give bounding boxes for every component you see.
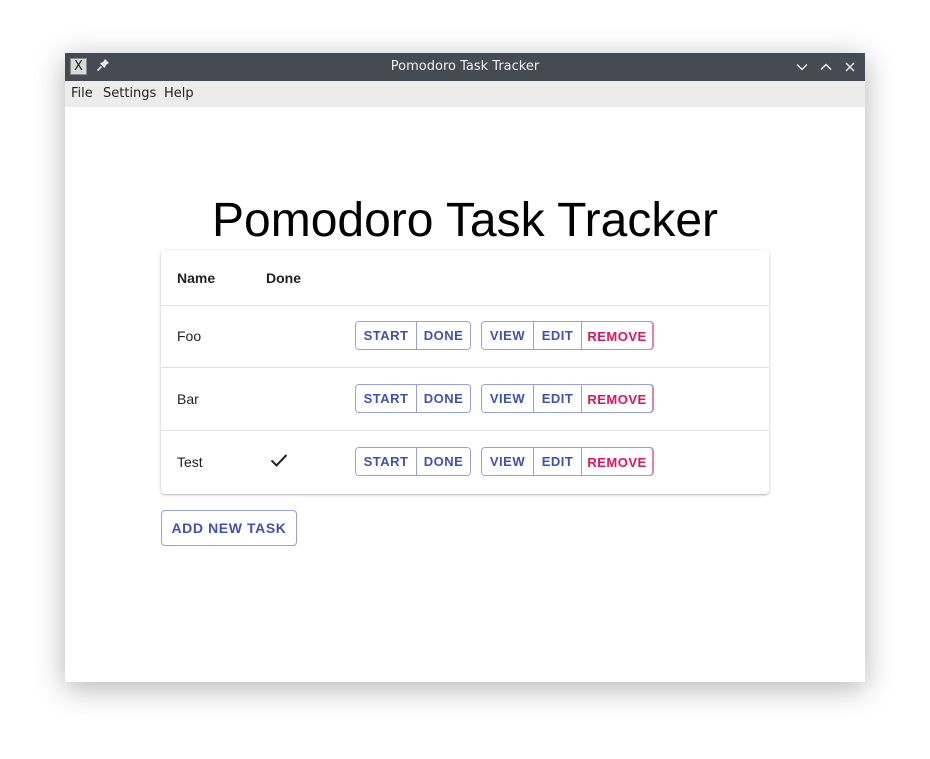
window-title: Pomodoro Task Tracker	[390, 59, 540, 74]
chevron-down-icon[interactable]	[794, 59, 810, 75]
main-content: Pomodoro Task Tracker Name Done Foo STAR…	[65, 107, 865, 682]
menu-help[interactable]: Help	[164, 81, 194, 107]
task-manage-group: VIEW EDIT REMOVE	[481, 384, 654, 413]
add-new-task-button[interactable]: ADD NEW TASK	[161, 510, 297, 546]
task-control-group: START DONE	[355, 321, 471, 350]
task-control-group: START DONE	[355, 384, 471, 413]
table-row: Foo START DONE VIEW EDIT REMOVE	[161, 305, 769, 368]
view-button[interactable]: VIEW	[482, 385, 533, 412]
edit-button[interactable]: EDIT	[533, 448, 581, 475]
table-header-row: Name Done	[161, 250, 769, 306]
app-window: X Pomodoro Task Tracker File Settings He…	[65, 53, 865, 682]
close-icon[interactable]	[842, 59, 858, 75]
page-title: Pomodoro Task Tracker	[212, 194, 718, 247]
table-row: Test START DONE VIEW EDIT REMOVE	[161, 431, 769, 493]
task-name: Foo	[177, 328, 202, 344]
menu-settings[interactable]: Settings	[103, 81, 156, 107]
task-manage-group: VIEW EDIT REMOVE	[481, 321, 654, 350]
task-name: Bar	[177, 391, 199, 407]
edit-button[interactable]: EDIT	[533, 322, 581, 349]
menu-bar: File Settings Help	[65, 81, 865, 107]
remove-button[interactable]: REMOVE	[581, 322, 653, 349]
column-header-done: Done	[266, 270, 301, 286]
task-manage-group: VIEW EDIT REMOVE	[481, 447, 654, 476]
remove-button[interactable]: REMOVE	[581, 448, 653, 475]
view-button[interactable]: VIEW	[482, 322, 533, 349]
table-row: Bar START DONE VIEW EDIT REMOVE	[161, 368, 769, 431]
remove-button[interactable]: REMOVE	[581, 385, 653, 412]
column-header-name: Name	[177, 270, 216, 286]
task-table: Name Done Foo START DONE VIEW EDIT REMOV…	[161, 250, 769, 494]
check-icon	[270, 454, 288, 467]
title-bar[interactable]: X Pomodoro Task Tracker	[65, 53, 865, 81]
edit-button[interactable]: EDIT	[533, 385, 581, 412]
task-name: Test	[177, 454, 203, 470]
chevron-up-icon[interactable]	[818, 59, 834, 75]
start-button[interactable]: START	[356, 448, 416, 475]
menu-file[interactable]: File	[71, 81, 93, 107]
done-button[interactable]: DONE	[416, 385, 470, 412]
start-button[interactable]: START	[356, 322, 416, 349]
done-button[interactable]: DONE	[416, 322, 470, 349]
done-button[interactable]: DONE	[416, 448, 470, 475]
start-button[interactable]: START	[356, 385, 416, 412]
view-button[interactable]: VIEW	[482, 448, 533, 475]
task-control-group: START DONE	[355, 447, 471, 476]
